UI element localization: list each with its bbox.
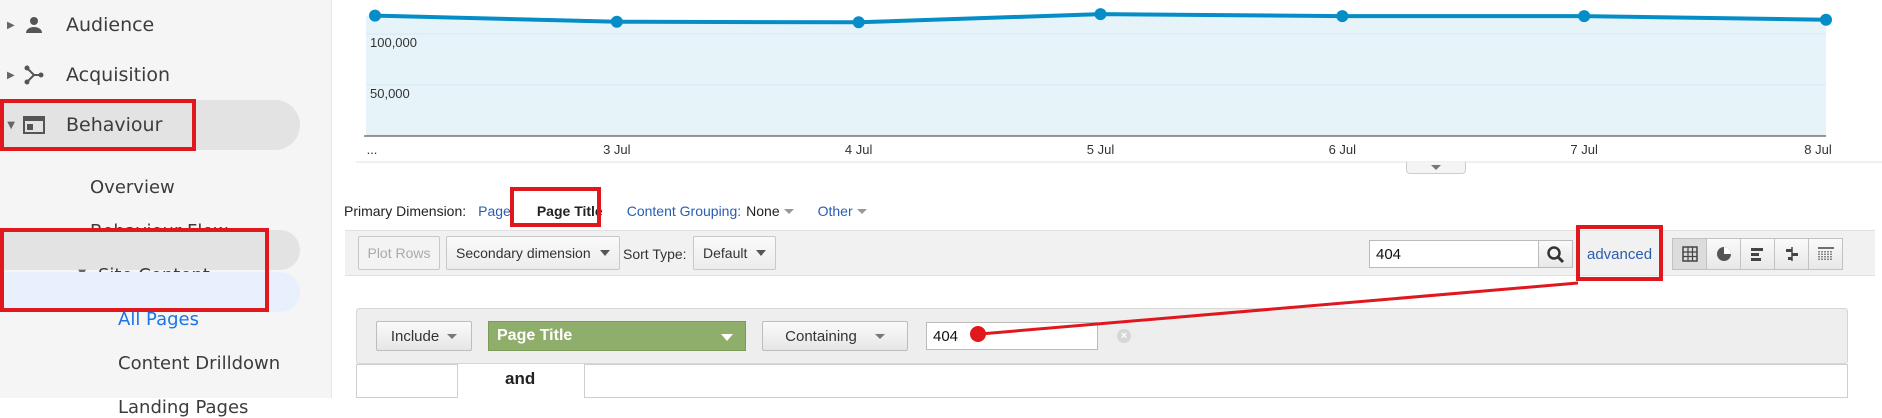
nav-item-landing-pages[interactable]: Landing Pages	[118, 397, 248, 418]
nav-item-overview[interactable]: Overview	[90, 177, 175, 198]
chevron-down-icon	[783, 208, 794, 214]
comparison-icon	[1785, 247, 1798, 261]
dimension-page-link[interactable]: Page	[478, 203, 511, 219]
chevron-down-icon	[599, 250, 610, 256]
acquisition-icon	[24, 65, 44, 85]
chevron-down-icon	[874, 333, 885, 339]
chart-x-tick-label: ...	[366, 142, 378, 157]
nav-highlight	[0, 230, 300, 270]
nav-label-behaviour: Behaviour	[66, 114, 163, 136]
secondary-dimension-dropdown[interactable]: Secondary dimension	[446, 236, 620, 270]
data-view-button[interactable]	[1672, 238, 1707, 270]
chevron-down-icon	[856, 208, 867, 214]
line-chart: 100,000 50,000 ... 3 Jul 4 Jul 5 Jul 6 Jul 7 J…	[332, 0, 1882, 175]
content-grouping-value[interactable]: None	[746, 203, 779, 219]
other-dimension-link[interactable]: Other	[818, 203, 853, 219]
expand-caret-icon: ▶	[7, 19, 15, 31]
content-grouping-link[interactable]: Content Grouping:	[627, 203, 741, 219]
table-toolbar: Plot Rows Secondary dimension Sort Type:…	[345, 230, 1875, 276]
clear-filter-icon[interactable]: ×	[1117, 329, 1131, 343]
include-dropdown[interactable]: Include	[376, 321, 472, 351]
sort-type-label: Sort Type:	[623, 246, 687, 262]
search-icon	[1547, 246, 1565, 264]
behaviour-icon	[23, 116, 45, 134]
chevron-down-icon	[447, 333, 458, 339]
filter-dimension-dropdown[interactable]: Page Title	[488, 321, 746, 351]
chart-point[interactable]	[852, 16, 865, 29]
dimension-page-title[interactable]: Page Title	[537, 203, 603, 219]
and-label: and	[505, 369, 536, 388]
primary-dimension-row: Primary Dimension: Page Page Title Conte…	[344, 199, 867, 223]
nav-item-behaviour[interactable]: ▶ Behaviour	[0, 105, 332, 145]
expand-caret-icon: ▶	[7, 69, 15, 81]
filter-dimension-label: Page Title	[497, 327, 573, 344]
expand-caret-icon: ▶	[5, 121, 17, 129]
nav-item-all-pages[interactable]: All Pages	[118, 309, 199, 330]
match-type-label: Containing	[785, 327, 857, 345]
and-row-input-box[interactable]	[584, 364, 1848, 398]
filter-value-input[interactable]	[926, 322, 1098, 350]
pivot-view-button[interactable]	[1808, 238, 1843, 270]
plot-rows-button[interactable]: Plot Rows	[358, 236, 440, 270]
primary-dimension-label: Primary Dimension:	[344, 203, 467, 219]
chart-x-tick-label: 6 Jul	[1328, 142, 1357, 157]
chart-collapse-handle[interactable]	[1406, 162, 1466, 174]
nav-label-acquisition: Acquisition	[66, 64, 171, 86]
secondary-dimension-label: Secondary dimension	[456, 245, 591, 261]
person-icon	[26, 17, 42, 33]
chevron-down-icon	[756, 250, 767, 256]
chart-point[interactable]	[610, 15, 623, 28]
nav-active-highlight	[0, 272, 300, 312]
chart-x-tick-label: 8 Jul	[1804, 142, 1832, 157]
nav-item-audience[interactable]: ▶ Audience	[0, 5, 332, 45]
pivot-table-icon	[1817, 247, 1834, 261]
advanced-filter-link[interactable]: advanced	[1587, 246, 1652, 263]
and-row-left-box[interactable]	[356, 364, 458, 398]
chart-y-tick-label: 100,000	[370, 35, 417, 50]
pie-chart-icon	[1716, 247, 1731, 261]
chart-x-tick-label: 5 Jul	[1086, 142, 1115, 157]
nav-label-audience: Audience	[66, 14, 155, 36]
search-button[interactable]	[1539, 240, 1573, 268]
advanced-filter-panel: Include Page Title Containing ×	[356, 308, 1848, 364]
chart-area-fill	[366, 14, 1826, 136]
comparison-view-button[interactable]	[1774, 238, 1809, 270]
performance-view-button[interactable]	[1740, 238, 1775, 270]
chart-point[interactable]	[369, 9, 381, 22]
grid-icon	[1681, 246, 1698, 262]
nav-item-content-drilldown[interactable]: Content Drilldown	[118, 353, 280, 374]
chart-point[interactable]	[1094, 8, 1107, 21]
bar-chart-icon	[1750, 248, 1763, 261]
chevron-down-icon	[721, 334, 733, 341]
chart-y-tick-label: 50,000	[370, 86, 410, 101]
chart-point[interactable]	[1578, 10, 1591, 23]
sort-type-dropdown[interactable]: Default	[693, 236, 777, 270]
sort-type-value: Default	[703, 245, 748, 261]
include-label: Include	[390, 327, 440, 345]
chart-x-tick-label: 3 Jul	[603, 142, 631, 157]
chart-x-tick-label: 4 Jul	[844, 142, 873, 157]
nav-item-acquisition[interactable]: ▶ Acquisition	[0, 55, 332, 95]
match-type-dropdown[interactable]: Containing	[762, 321, 908, 351]
table-view-switcher	[1672, 238, 1843, 270]
percentage-view-button[interactable]	[1706, 238, 1741, 270]
chart-x-tick-label: 7 Jul	[1570, 142, 1598, 157]
chart-point[interactable]	[1336, 10, 1349, 23]
table-search-input[interactable]	[1369, 240, 1539, 268]
sidebar: ▶ Audience ▶ Acquisition ▶ Behaviour Ove…	[0, 0, 332, 418]
chart-point[interactable]	[1820, 13, 1832, 26]
